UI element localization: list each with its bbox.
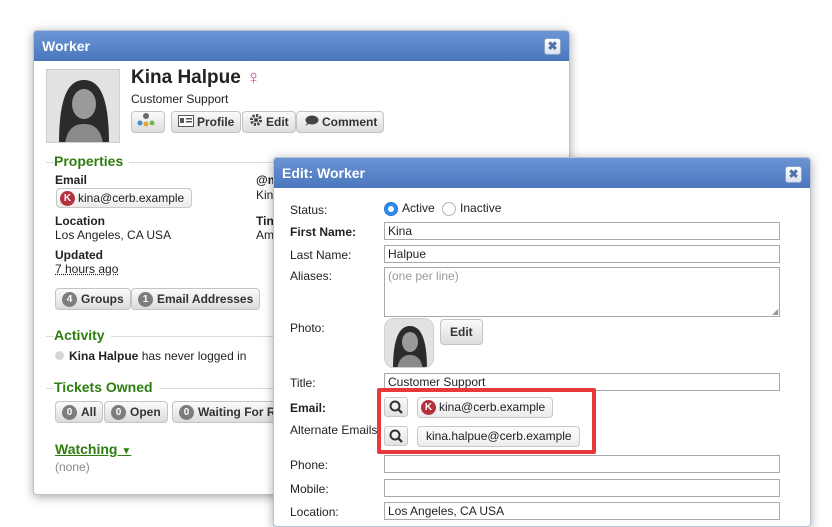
radio-checked-icon — [384, 201, 398, 216]
location-label: Location: — [290, 505, 339, 519]
watching-menu[interactable]: Watching ▼ — [55, 441, 131, 457]
gear-icon — [249, 113, 263, 133]
location-input[interactable]: Los Angeles, CA USA — [384, 502, 780, 520]
groups-label: Groups — [81, 292, 124, 306]
id-card-icon — [178, 113, 194, 133]
first-name-label: First Name: — [290, 225, 357, 239]
alternate-emails-label: Alternate Emails: — [290, 423, 381, 437]
status-inactive-label: Inactive — [460, 201, 502, 215]
edit-button-label: Edit — [266, 115, 289, 129]
resize-handle-icon[interactable]: ◢ — [772, 307, 778, 316]
mention-value: Kin — [256, 188, 274, 202]
photo-thumbnail — [384, 318, 434, 368]
aliases-textarea[interactable]: (one per line) — [384, 267, 780, 317]
activity-heading: Activity — [54, 327, 111, 343]
comment-icon — [303, 113, 319, 133]
email-label: Email: — [290, 401, 327, 415]
phone-input[interactable] — [384, 455, 780, 473]
tickets-owned-heading: Tickets Owned — [54, 379, 159, 395]
worker-card-title: Worker — [34, 31, 569, 61]
last-name-input[interactable]: Halpue — [384, 245, 780, 263]
profile-button-label: Profile — [197, 115, 235, 129]
mobile-label: Mobile: — [290, 482, 329, 496]
worker-job-title: Customer Support — [131, 92, 229, 106]
tickets-open-count: 0 — [111, 405, 126, 421]
tickets-all-button[interactable]: 0 All — [55, 401, 104, 423]
activity-row: Kina Halpue has never logged in — [55, 349, 246, 363]
email-highlight-box — [377, 388, 596, 454]
edit-worker-close-button[interactable]: ✖ — [785, 166, 802, 183]
org-chart-icon — [136, 112, 156, 134]
timezone-label: Tin — [256, 214, 274, 228]
photo-edit-button[interactable]: Edit — [440, 319, 483, 345]
watching-value: (none) — [55, 460, 90, 474]
status-active-radio[interactable]: Active — [384, 201, 435, 216]
comment-button[interactable]: Comment — [296, 111, 385, 133]
chevron-down-icon: ▼ — [121, 446, 132, 457]
email-chip[interactable]: Kkina@cerb.example — [56, 188, 193, 208]
activity-worker-name[interactable]: Kina Halpue — [69, 349, 138, 363]
photo-label: Photo: — [290, 321, 325, 335]
email-addresses-button[interactable]: 1 Email Addresses — [131, 288, 261, 310]
profile-button[interactable]: Profile — [171, 111, 242, 133]
worker-avatar — [46, 69, 120, 143]
location-value: Los Angeles, CA USA — [55, 228, 172, 242]
timezone-value: Am — [256, 228, 274, 242]
edit-button[interactable]: Edit — [242, 111, 296, 133]
updated-value: 7 hours ago — [55, 262, 119, 276]
updated-label: Updated — [55, 248, 103, 262]
groups-button[interactable]: 4 Groups — [55, 288, 131, 310]
location-label: Location — [55, 214, 105, 228]
mobile-input[interactable] — [384, 479, 780, 497]
watching-heading: Watching — [55, 441, 118, 457]
worker-name: Kina Halpue — [131, 67, 241, 88]
tickets-waiting-button[interactable]: 0 Waiting For R — [172, 401, 283, 423]
aliases-label: Aliases: — [290, 269, 333, 283]
tickets-all-count: 0 — [62, 405, 77, 421]
female-gender-icon: ♀ — [246, 67, 261, 89]
email-addresses-label: Email Addresses — [157, 292, 254, 306]
title-label: Title: — [290, 376, 316, 390]
radio-unchecked-icon — [442, 201, 457, 216]
tickets-waiting-label: Waiting For R — [198, 405, 276, 419]
tickets-all-label: All — [81, 405, 97, 419]
status-inactive-radio[interactable]: Inactive — [442, 201, 502, 216]
edit-worker-dialog: Edit: Worker ✖ Status: Active Inactive F… — [273, 157, 811, 527]
offline-status-icon — [55, 351, 64, 360]
tickets-open-button[interactable]: 0 Open — [104, 401, 168, 423]
status-label: Status: — [290, 203, 328, 217]
properties-heading: Properties — [54, 153, 130, 169]
edit-worker-title: Edit: Worker — [274, 158, 810, 188]
phone-label: Phone: — [290, 458, 329, 472]
activity-text: has never logged in — [141, 349, 247, 363]
first-name-input[interactable]: Kina — [384, 222, 780, 240]
status-radio-group: Active Inactive — [384, 201, 501, 216]
last-name-label: Last Name: — [290, 248, 352, 262]
email-label: Email — [55, 173, 88, 187]
comment-button-label: Comment — [322, 115, 378, 129]
email-addresses-count: 1 — [138, 292, 153, 308]
worker-card-close-button[interactable]: ✖ — [544, 38, 561, 55]
groups-count: 4 — [62, 292, 77, 308]
status-active-label: Active — [402, 201, 435, 215]
email-chip-text: kina@cerb.example — [78, 191, 185, 205]
tickets-open-label: Open — [130, 405, 161, 419]
worker-type-button[interactable] — [131, 111, 165, 133]
tickets-waiting-count: 0 — [179, 405, 194, 421]
contact-k-icon: K — [60, 191, 75, 207]
